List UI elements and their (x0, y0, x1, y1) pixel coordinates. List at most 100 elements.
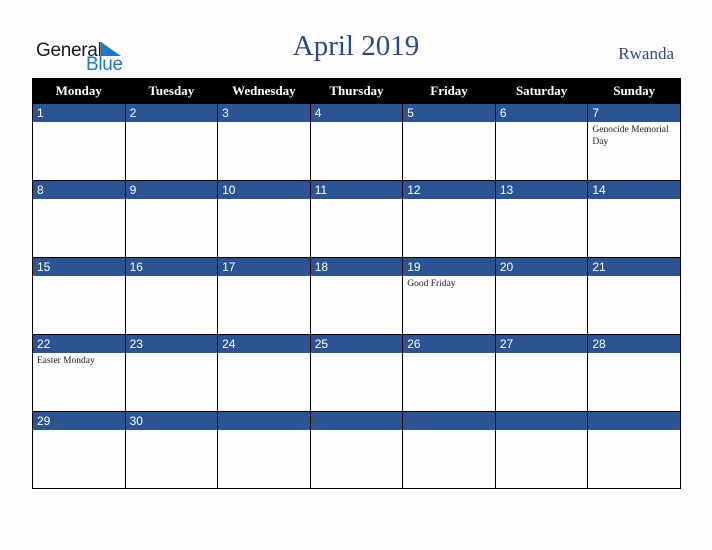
week-row: 15 16 17 18 19 Good Friday 20 21 (32, 257, 681, 335)
day-cell: 23 (124, 334, 219, 412)
day-cell: 13 (494, 180, 589, 258)
day-number: 15 (33, 258, 125, 276)
day-cell: 27 (494, 334, 589, 412)
page-title: April 2019 (292, 30, 420, 62)
day-number (310, 412, 403, 430)
day-cell: 26 (402, 334, 496, 412)
day-number: 24 (218, 335, 310, 353)
country-label: Rwanda (618, 44, 674, 63)
day-number: 6 (495, 104, 588, 122)
day-cell: 8 (32, 180, 126, 258)
weekday-header: Saturday (494, 78, 589, 104)
day-number: 7 (588, 104, 680, 122)
weekday-header: Thursday (309, 78, 404, 104)
holiday-label (126, 276, 218, 278)
holiday-label (588, 353, 680, 355)
week-row: 1 2 3 4 5 6 7 Genocide Memorial Day (32, 103, 681, 181)
day-number: 9 (125, 181, 218, 199)
holiday-label (588, 430, 680, 432)
day-cell: 10 (217, 180, 311, 258)
day-cell: 12 (402, 180, 496, 258)
day-cell: 21 (587, 257, 681, 335)
day-number (588, 412, 680, 430)
day-number: 18 (310, 258, 403, 276)
holiday-label (496, 199, 588, 201)
day-number (218, 412, 310, 430)
day-number: 16 (125, 258, 218, 276)
weekday-header-row: Monday Tuesday Wednesday Thursday Friday… (32, 78, 681, 104)
day-number: 22 (33, 335, 125, 353)
holiday-label (403, 199, 495, 201)
holiday-label (311, 430, 403, 432)
holiday-label: Easter Monday (37, 356, 95, 366)
weekday-header: Sunday (587, 78, 681, 104)
week-row: 29 30 (32, 411, 681, 489)
day-number: 5 (403, 104, 495, 122)
day-cell: 3 (217, 103, 311, 181)
day-number: 3 (218, 104, 310, 122)
holiday-label: Genocide Memorial Day (592, 125, 669, 147)
week-row: 8 9 10 11 12 13 14 (32, 180, 681, 258)
day-number: 23 (125, 335, 218, 353)
holiday-label (588, 199, 680, 201)
day-number (495, 412, 588, 430)
day-cell: 25 (309, 334, 404, 412)
holiday-label (403, 430, 495, 432)
holiday-label (218, 122, 310, 124)
holiday-label (126, 122, 218, 124)
day-number: 29 (33, 412, 125, 430)
day-number (403, 412, 495, 430)
day-number: 2 (125, 104, 218, 122)
holiday-label (588, 276, 680, 278)
holiday-label (33, 430, 125, 432)
day-cell: 20 (494, 257, 589, 335)
day-number: 28 (588, 335, 680, 353)
holiday-label (496, 353, 588, 355)
day-cell (587, 411, 681, 489)
day-number: 14 (588, 181, 680, 199)
holiday-label (496, 122, 588, 124)
day-number: 13 (495, 181, 588, 199)
week-row: 22 Easter Monday 23 24 25 26 27 28 (32, 334, 681, 412)
weekday-header: Friday (402, 78, 496, 104)
holiday-label (218, 199, 310, 201)
holiday-label: Good Friday (407, 279, 456, 289)
holiday-label (496, 430, 588, 432)
day-cell (402, 411, 496, 489)
day-cell: 11 (309, 180, 404, 258)
day-cell: 7 Genocide Memorial Day (587, 103, 681, 181)
day-cell: 17 (217, 257, 311, 335)
day-number: 27 (495, 335, 588, 353)
day-cell: 16 (124, 257, 219, 335)
day-cell: 30 (124, 411, 219, 489)
day-cell: 2 (124, 103, 219, 181)
day-cell (217, 411, 311, 489)
day-cell: 6 (494, 103, 589, 181)
holiday-label (311, 199, 403, 201)
day-number: 1 (33, 104, 125, 122)
weekday-header: Tuesday (124, 78, 219, 104)
holiday-label (33, 122, 125, 124)
day-cell: 14 (587, 180, 681, 258)
holiday-label (311, 276, 403, 278)
day-number: 25 (310, 335, 403, 353)
holiday-label (218, 430, 310, 432)
day-number: 17 (218, 258, 310, 276)
day-number: 21 (588, 258, 680, 276)
holiday-label (33, 199, 125, 201)
day-cell: 18 (309, 257, 404, 335)
day-number: 30 (125, 412, 218, 430)
weekday-header: Wednesday (217, 78, 311, 104)
day-cell: 28 (587, 334, 681, 412)
holiday-label (496, 276, 588, 278)
day-cell: 1 (32, 103, 126, 181)
holiday-label (126, 353, 218, 355)
holiday-label (311, 122, 403, 124)
holiday-label (218, 276, 310, 278)
day-number: 26 (403, 335, 495, 353)
day-number: 11 (310, 181, 403, 199)
weekday-header: Monday (32, 78, 126, 104)
day-cell: 15 (32, 257, 126, 335)
holiday-label (403, 122, 495, 124)
day-number: 20 (495, 258, 588, 276)
